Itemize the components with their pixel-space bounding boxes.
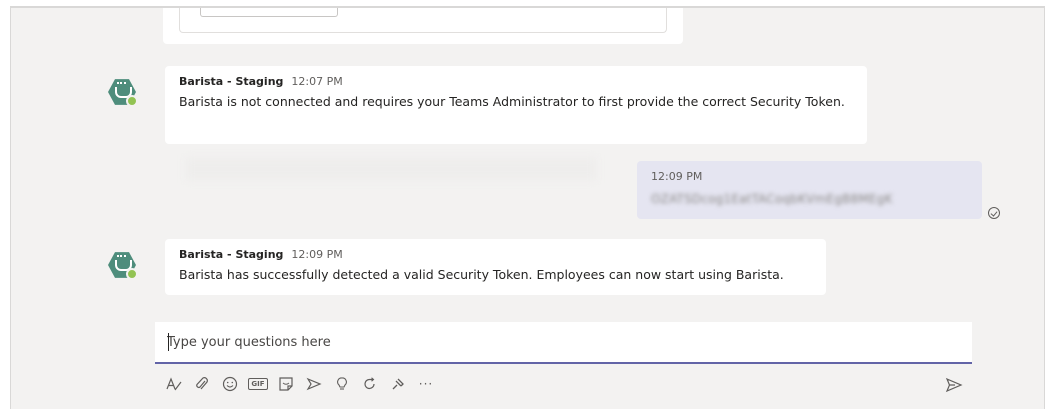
- praise-icon[interactable]: [328, 370, 356, 398]
- reply-time: 12:09 PM: [651, 170, 703, 183]
- message-time: 12:07 PM: [291, 75, 343, 88]
- sender-name[interactable]: Barista - Staging: [179, 75, 283, 88]
- more-options-icon[interactable]: ···: [412, 370, 440, 398]
- bot-avatar[interactable]: [108, 78, 138, 107]
- gif-icon[interactable]: GIF: [244, 370, 272, 398]
- reply-token-text: OZATSDcog1EatTACoqbKVmEgB8MEgK: [651, 192, 893, 206]
- seen-check-icon: [988, 207, 1000, 219]
- message-compose-box[interactable]: [155, 322, 972, 364]
- sticker-icon[interactable]: [272, 370, 300, 398]
- format-icon[interactable]: [160, 370, 188, 398]
- card-action-button[interactable]: [200, 8, 338, 17]
- meet-icon[interactable]: [300, 370, 328, 398]
- message-time: 12:09 PM: [291, 248, 343, 261]
- my-reply-bubble[interactable]: 12:09 PM OZATSDcog1EatTACoqbKVmEgB8MEgK: [637, 161, 982, 219]
- bot-avatar[interactable]: [108, 251, 138, 280]
- message-text: Barista has successfully detected a vali…: [179, 267, 784, 282]
- blurred-area: [186, 158, 596, 180]
- adaptive-card: [179, 8, 667, 33]
- compose-toolbar: GIF ···: [160, 370, 440, 398]
- compose-input[interactable]: [167, 322, 960, 362]
- message-bubble[interactable]: Barista - Staging 12:07 PM Barista is not…: [165, 66, 867, 144]
- more-options-label: ···: [418, 377, 434, 391]
- message-meta: Barista - Staging 12:09 PM: [179, 248, 812, 262]
- gif-label: GIF: [248, 378, 268, 390]
- send-icon[interactable]: [945, 376, 963, 394]
- message-bubble[interactable]: Barista - Staging 12:09 PM Barista has su…: [165, 239, 826, 295]
- text-caret: [168, 333, 169, 351]
- message-meta: Barista - Staging 12:07 PM: [179, 75, 853, 89]
- message-text: Barista is not connected and requires yo…: [179, 94, 845, 109]
- attach-icon[interactable]: [188, 370, 216, 398]
- emoji-icon[interactable]: [216, 370, 244, 398]
- loop-icon[interactable]: [356, 370, 384, 398]
- online-status-icon: [126, 95, 138, 107]
- previous-message-card: [163, 8, 683, 44]
- online-status-icon: [126, 268, 138, 280]
- sender-name[interactable]: Barista - Staging: [179, 248, 283, 261]
- stream-icon[interactable]: [384, 370, 412, 398]
